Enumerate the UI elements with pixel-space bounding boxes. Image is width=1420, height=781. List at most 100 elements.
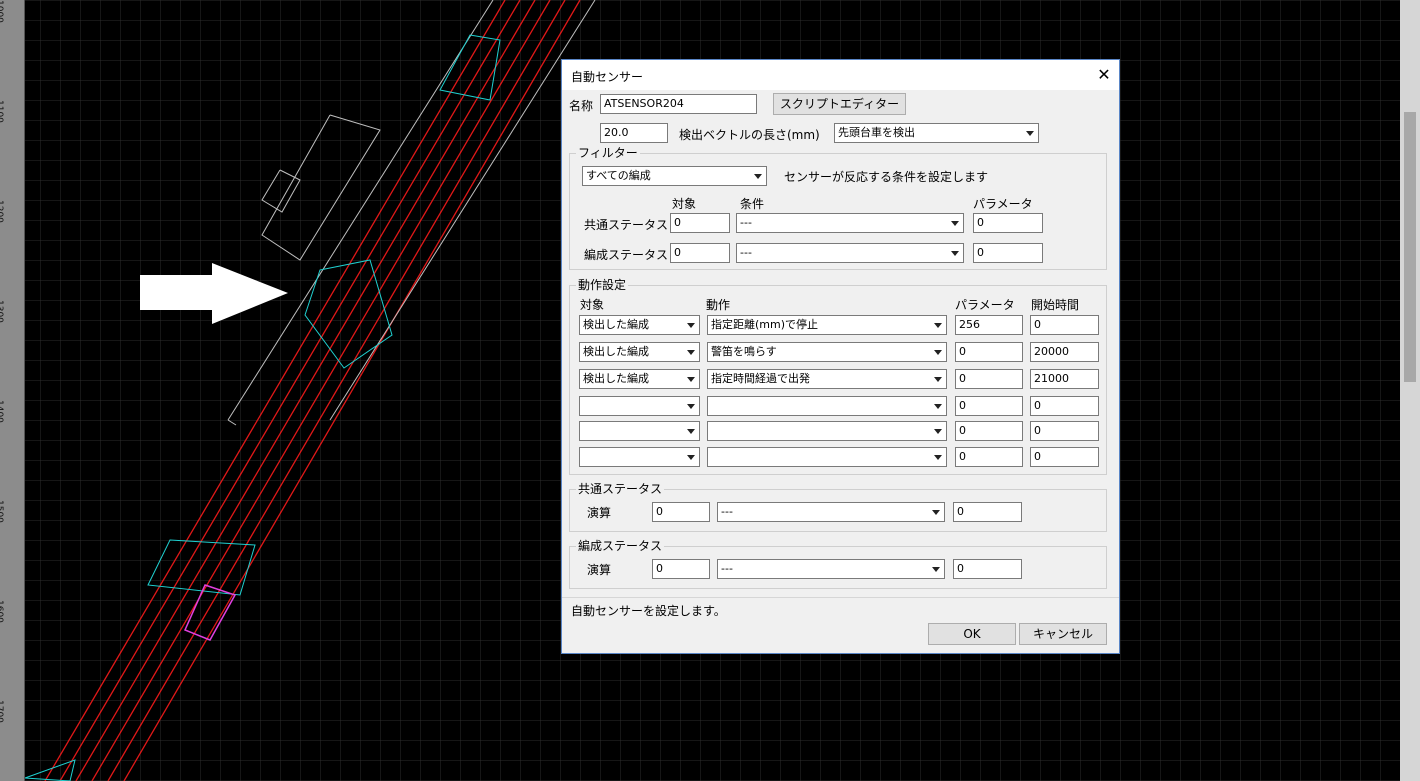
action-type-value: 警笛を鳴らす: [711, 345, 777, 358]
train-status-result-input[interactable]: 0: [953, 559, 1022, 579]
chevron-down-icon[interactable]: [947, 215, 962, 231]
filter-target-input[interactable]: 0: [670, 213, 730, 233]
common-status-op-select[interactable]: ---: [717, 502, 945, 522]
action-parameter-input[interactable]: 256: [955, 315, 1023, 335]
chevron-down-icon[interactable]: [683, 344, 698, 360]
chevron-down-icon[interactable]: [930, 449, 945, 465]
ok-button[interactable]: OK: [928, 623, 1016, 645]
action-parameter-input[interactable]: 0: [955, 342, 1023, 362]
ruler-tick: 1400: [0, 400, 4, 423]
filter-row-label: 編成ステータス: [584, 248, 669, 262]
ruler-tick: 1200: [0, 200, 4, 223]
action-settings-group: 動作設定 対象 動作 パラメータ 開始時間 検出した編成 指定距離(mm)で停止…: [569, 278, 1107, 475]
train-status-op-label: 演算: [587, 563, 612, 577]
action-target-select[interactable]: [579, 396, 700, 416]
action-start-input[interactable]: 21000: [1030, 369, 1099, 389]
action-start-input[interactable]: 0: [1030, 447, 1099, 467]
filter-description: センサーが反応する条件を設定します: [784, 170, 989, 184]
common-status-value-input[interactable]: 0: [652, 502, 710, 522]
action-target-select[interactable]: [579, 447, 700, 467]
action-target-select[interactable]: 検出した編成: [579, 315, 700, 335]
train-status-value-input[interactable]: 0: [652, 559, 710, 579]
action-parameter-input[interactable]: 0: [955, 369, 1023, 389]
chevron-down-icon[interactable]: [683, 398, 698, 414]
filter-target-input[interactable]: 0: [670, 243, 730, 263]
filter-col-condition: 条件: [740, 197, 765, 211]
common-status-title: 共通ステータス: [576, 482, 665, 496]
detect-mode-select[interactable]: 先頭台車を検出: [834, 123, 1039, 143]
chevron-down-icon[interactable]: [683, 371, 698, 387]
vertical-scrollbar[interactable]: [1400, 0, 1420, 781]
action-parameter-input[interactable]: 0: [955, 447, 1023, 467]
chevron-down-icon[interactable]: [683, 317, 698, 333]
action-type-value: 指定距離(mm)で停止: [711, 318, 819, 331]
action-group-title: 動作設定: [576, 278, 629, 292]
action-target-select[interactable]: [579, 421, 700, 441]
name-input[interactable]: ATSENSOR204: [600, 94, 757, 114]
chevron-down-icon[interactable]: [930, 423, 945, 439]
filter-condition-select[interactable]: ---: [736, 213, 964, 233]
chevron-down-icon[interactable]: [930, 344, 945, 360]
train-status-op-select[interactable]: ---: [717, 559, 945, 579]
action-start-input[interactable]: 0: [1030, 396, 1099, 416]
action-col-start: 開始時間: [1031, 298, 1080, 312]
action-start-input[interactable]: 0: [1030, 421, 1099, 441]
chevron-down-icon[interactable]: [928, 561, 943, 577]
chevron-down-icon[interactable]: [683, 423, 698, 439]
dialog-titlebar[interactable]: 自動センサー ✕: [562, 60, 1119, 90]
filter-col-parameter: パラメータ: [973, 197, 1033, 211]
action-parameter-input[interactable]: 0: [955, 421, 1023, 441]
filter-group: フィルター すべての編成 センサーが反応する条件を設定します 対象 条件 パラメ…: [569, 146, 1107, 270]
ruler-tick: 1500: [0, 500, 4, 523]
scrollbar-thumb[interactable]: [1404, 112, 1416, 382]
cancel-button[interactable]: キャンセル: [1019, 623, 1107, 645]
common-status-op-value: ---: [721, 505, 733, 518]
chevron-down-icon[interactable]: [1022, 125, 1037, 141]
chevron-down-icon[interactable]: [930, 398, 945, 414]
status-text: 自動センサーを設定します。: [571, 604, 726, 618]
common-status-result-input[interactable]: 0: [953, 502, 1022, 522]
action-type-select[interactable]: 警笛を鳴らす: [707, 342, 947, 362]
auto-sensor-dialog: 自動センサー ✕ 名称 ATSENSOR204 スクリプトエディター 20.0 …: [561, 59, 1120, 654]
chevron-down-icon[interactable]: [930, 371, 945, 387]
action-type-select[interactable]: 指定距離(mm)で停止: [707, 315, 947, 335]
chevron-down-icon[interactable]: [683, 449, 698, 465]
ruler-tick: 1100: [0, 100, 4, 123]
script-editor-button[interactable]: スクリプトエディター: [773, 93, 906, 115]
action-type-select[interactable]: [707, 421, 947, 441]
chevron-down-icon[interactable]: [750, 168, 765, 184]
action-target-select[interactable]: 検出した編成: [579, 369, 700, 389]
action-col-target: 対象: [580, 298, 605, 312]
vertical-ruler: 1000 1100 1200 1300 1400 1500 1600 1700: [0, 0, 25, 781]
train-status-title: 編成ステータス: [576, 539, 665, 553]
action-type-value: 指定時間経過で出発: [711, 372, 810, 385]
action-type-select[interactable]: [707, 447, 947, 467]
vector-length-input[interactable]: 20.0: [600, 123, 668, 143]
filter-group-title: フィルター: [576, 146, 640, 160]
train-filter-select[interactable]: すべての編成: [582, 166, 767, 186]
action-target-select[interactable]: 検出した編成: [579, 342, 700, 362]
action-start-input[interactable]: 20000: [1030, 342, 1099, 362]
vector-length-label: 検出ベクトルの長さ(mm): [679, 128, 820, 142]
action-parameter-input[interactable]: 0: [955, 396, 1023, 416]
filter-row-label: 共通ステータス: [584, 218, 669, 232]
action-type-select[interactable]: [707, 396, 947, 416]
action-type-select[interactable]: 指定時間経過で出発: [707, 369, 947, 389]
close-icon[interactable]: ✕: [1089, 60, 1119, 90]
chevron-down-icon[interactable]: [930, 317, 945, 333]
action-col-parameter: パラメータ: [955, 298, 1015, 312]
ruler-tick: 1000: [0, 0, 4, 23]
filter-condition-value: ---: [740, 216, 752, 229]
action-start-input[interactable]: 0: [1030, 315, 1099, 335]
train-status-group: 編成ステータス 演算 0 --- 0: [569, 539, 1107, 589]
filter-parameter-input[interactable]: 0: [973, 243, 1043, 263]
action-col-action: 動作: [706, 298, 731, 312]
chevron-down-icon[interactable]: [947, 245, 962, 261]
common-status-group: 共通ステータス 演算 0 --- 0: [569, 482, 1107, 532]
filter-condition-select[interactable]: ---: [736, 243, 964, 263]
action-target-value: 検出した編成: [583, 345, 649, 358]
chevron-down-icon[interactable]: [928, 504, 943, 520]
train-filter-value: すべての編成: [586, 169, 651, 182]
filter-parameter-input[interactable]: 0: [973, 213, 1043, 233]
name-label: 名称: [569, 99, 594, 113]
